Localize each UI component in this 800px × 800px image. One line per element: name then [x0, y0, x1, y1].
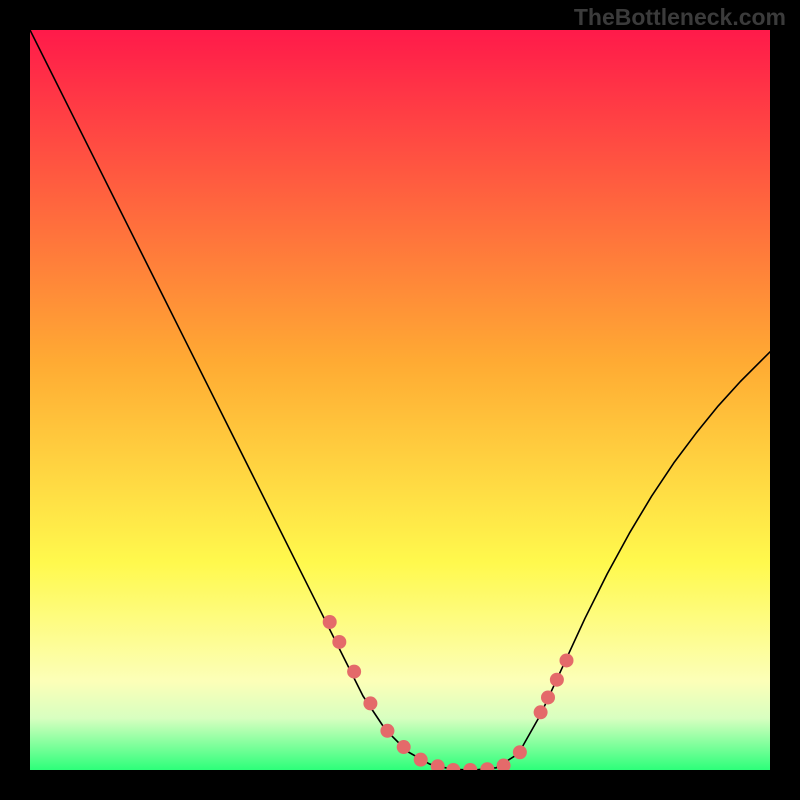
data-marker [513, 745, 527, 759]
data-marker [363, 696, 377, 710]
data-marker [541, 690, 555, 704]
chart-svg [30, 30, 770, 770]
data-marker [414, 753, 428, 767]
data-marker [332, 635, 346, 649]
gradient-background [30, 30, 770, 770]
data-marker [323, 615, 337, 629]
chart-container: TheBottleneck.com [0, 0, 800, 800]
watermark-text: TheBottleneck.com [574, 4, 786, 31]
data-marker [380, 724, 394, 738]
data-marker [550, 673, 564, 687]
plot-area [30, 30, 770, 770]
data-marker [347, 665, 361, 679]
data-marker [397, 740, 411, 754]
data-marker [560, 653, 574, 667]
data-marker [534, 705, 548, 719]
